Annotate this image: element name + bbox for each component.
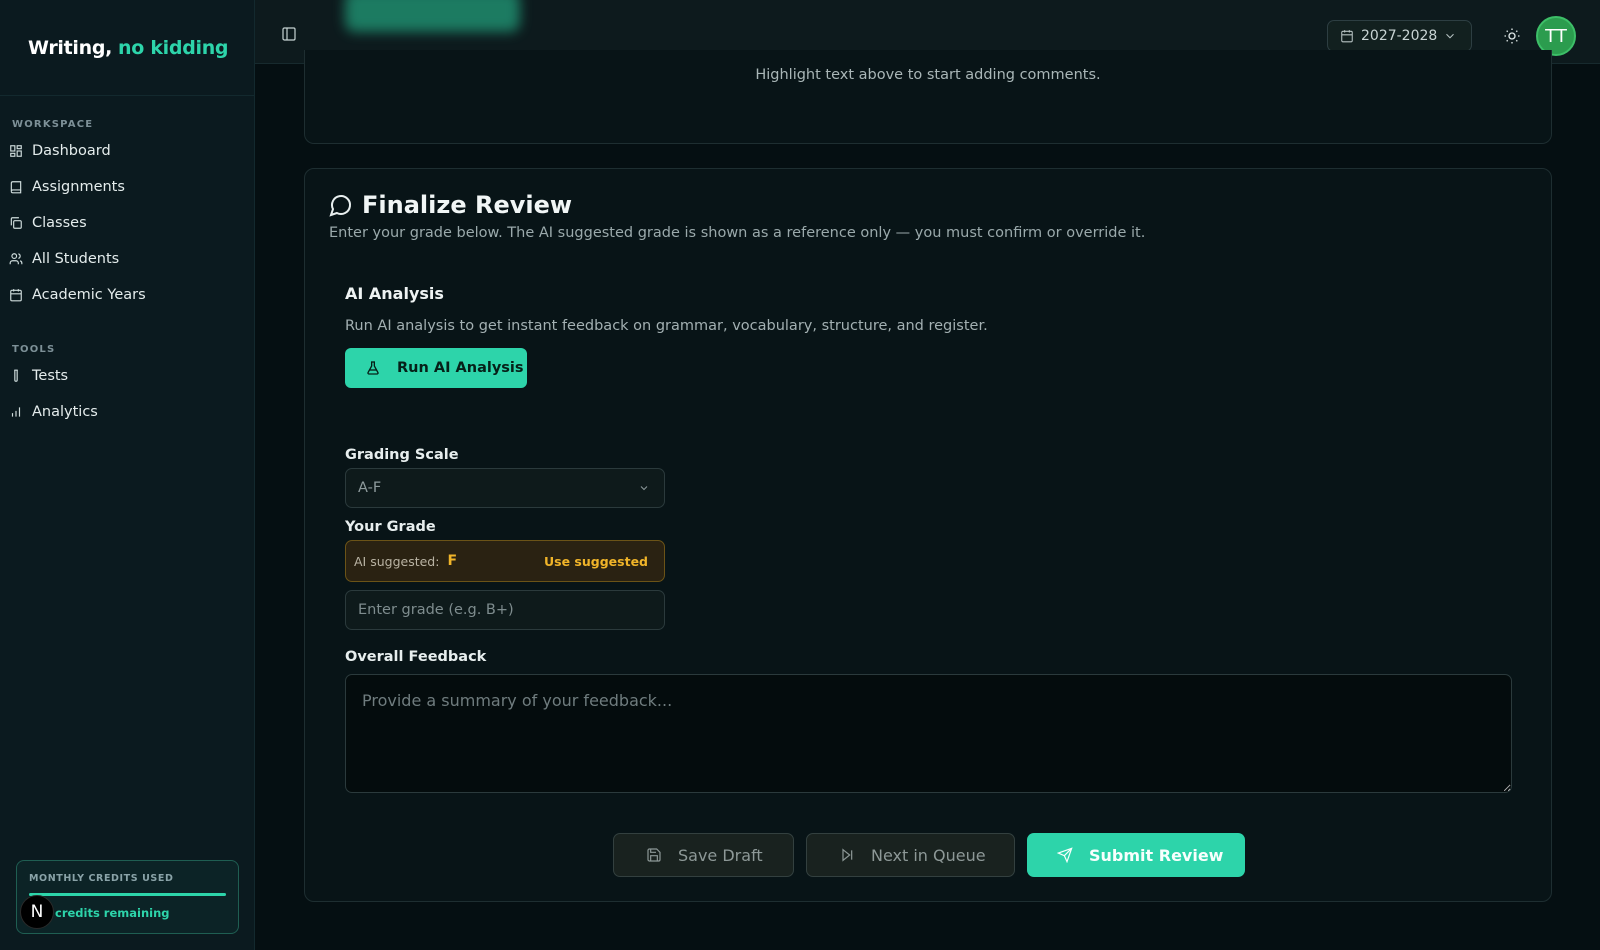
ai-suggested-label: AI suggested: [354,553,440,569]
sidebar-item-classes[interactable]: Classes [0,205,254,241]
blurred-header-element [345,0,520,32]
sidebar-item-dashboard[interactable]: Dashboard [0,133,254,169]
ai-analysis-description: Run AI analysis to get instant feedback … [345,318,988,334]
sidebar-item-academic-years[interactable]: Academic Years [0,277,254,313]
sidebar: Writing, no kidding WORKSPACE Dashboard … [0,0,255,950]
grading-scale-value: A-F [358,480,382,496]
run-ai-analysis-label: Run AI Analysis [397,360,524,376]
bar-chart-icon [9,405,23,419]
next-in-queue-label: Next in Queue [871,845,986,865]
message-circle-icon [329,195,351,217]
grading-scale-select[interactable]: A-F [345,468,665,508]
run-ai-analysis-button[interactable]: Run AI Analysis [345,348,527,388]
sidebar-item-label: Analytics [32,404,98,420]
academic-year-value: 2027-2028 [1361,28,1438,44]
overall-feedback-textarea[interactable] [345,674,1512,793]
calendar-icon [1341,30,1353,43]
sidebar-item-label: Classes [32,215,87,231]
sidebar-item-tests[interactable]: Tests [0,358,254,394]
calendar-icon [9,288,23,302]
copy-icon [9,216,23,230]
brand-part2: no kidding [118,36,229,59]
brand-part1: Writing, [28,36,113,59]
comments-card: Highlight text above to start adding com… [304,50,1552,144]
sidebar-item-label: Tests [32,368,69,384]
book-icon [9,180,23,194]
sidebar-item-analytics[interactable]: Analytics [0,394,254,430]
sidebar-item-all-students[interactable]: All Students [0,241,254,277]
credits-remaining: credits remaining [55,906,170,920]
credits-label: MONTHLY CREDITS USED [29,873,174,884]
sidebar-item-label: All Students [32,251,120,267]
credits-progress-bar [29,893,226,896]
next-in-queue-button[interactable]: Next in Queue [806,833,1015,877]
skip-forward-icon [842,848,853,862]
comments-hint: Highlight text above to start adding com… [755,67,1101,83]
chevron-down-icon [640,486,648,491]
credits-progress-fill [29,893,226,896]
finalize-title-text: Finalize Review [362,191,573,219]
your-grade-label: Your Grade [345,519,436,535]
n-badge[interactable]: N [20,895,54,929]
flask-icon [367,361,379,375]
users-icon [9,252,23,266]
chevron-down-icon [1446,33,1455,39]
sun-icon [1504,28,1520,44]
panel-left-icon [282,27,296,41]
save-draft-button[interactable]: Save Draft [613,833,794,877]
theme-toggle-button[interactable] [1503,27,1521,45]
finalize-title: Finalize Review [329,191,572,219]
grade-input[interactable] [345,590,665,630]
save-icon [647,848,661,862]
finalize-description: Enter your grade below. The AI suggested… [329,225,1146,241]
use-suggested-button[interactable]: Use suggested [544,554,648,569]
ai-suggested-value: F [447,553,458,569]
sidebar-item-label: Academic Years [32,287,146,303]
brand-logo[interactable]: Writing, no kidding [0,0,254,96]
test-tube-icon [9,369,23,383]
save-draft-label: Save Draft [678,845,763,865]
academic-year-select[interactable]: 2027-2028 [1327,20,1472,52]
ai-analysis-title: AI Analysis [345,284,444,303]
grading-scale-label: Grading Scale [345,447,459,463]
workspace-heading: WORKSPACE [12,119,94,130]
submit-review-label: Submit Review [1089,845,1224,865]
ai-suggested-grade-box: AI suggested: F Use suggested [345,540,665,582]
sidebar-toggle-button[interactable] [281,26,297,42]
sidebar-item-label: Assignments [32,179,125,195]
sidebar-item-label: Dashboard [32,143,111,159]
overall-feedback-label: Overall Feedback [345,649,487,665]
submit-review-button[interactable]: Submit Review [1027,833,1245,877]
sidebar-item-assignments[interactable]: Assignments [0,169,254,205]
send-icon [1057,847,1073,863]
dashboard-icon [9,144,23,158]
tools-heading: TOOLS [12,344,56,355]
finalize-review-card: Finalize Review Enter your grade below. … [304,168,1552,902]
